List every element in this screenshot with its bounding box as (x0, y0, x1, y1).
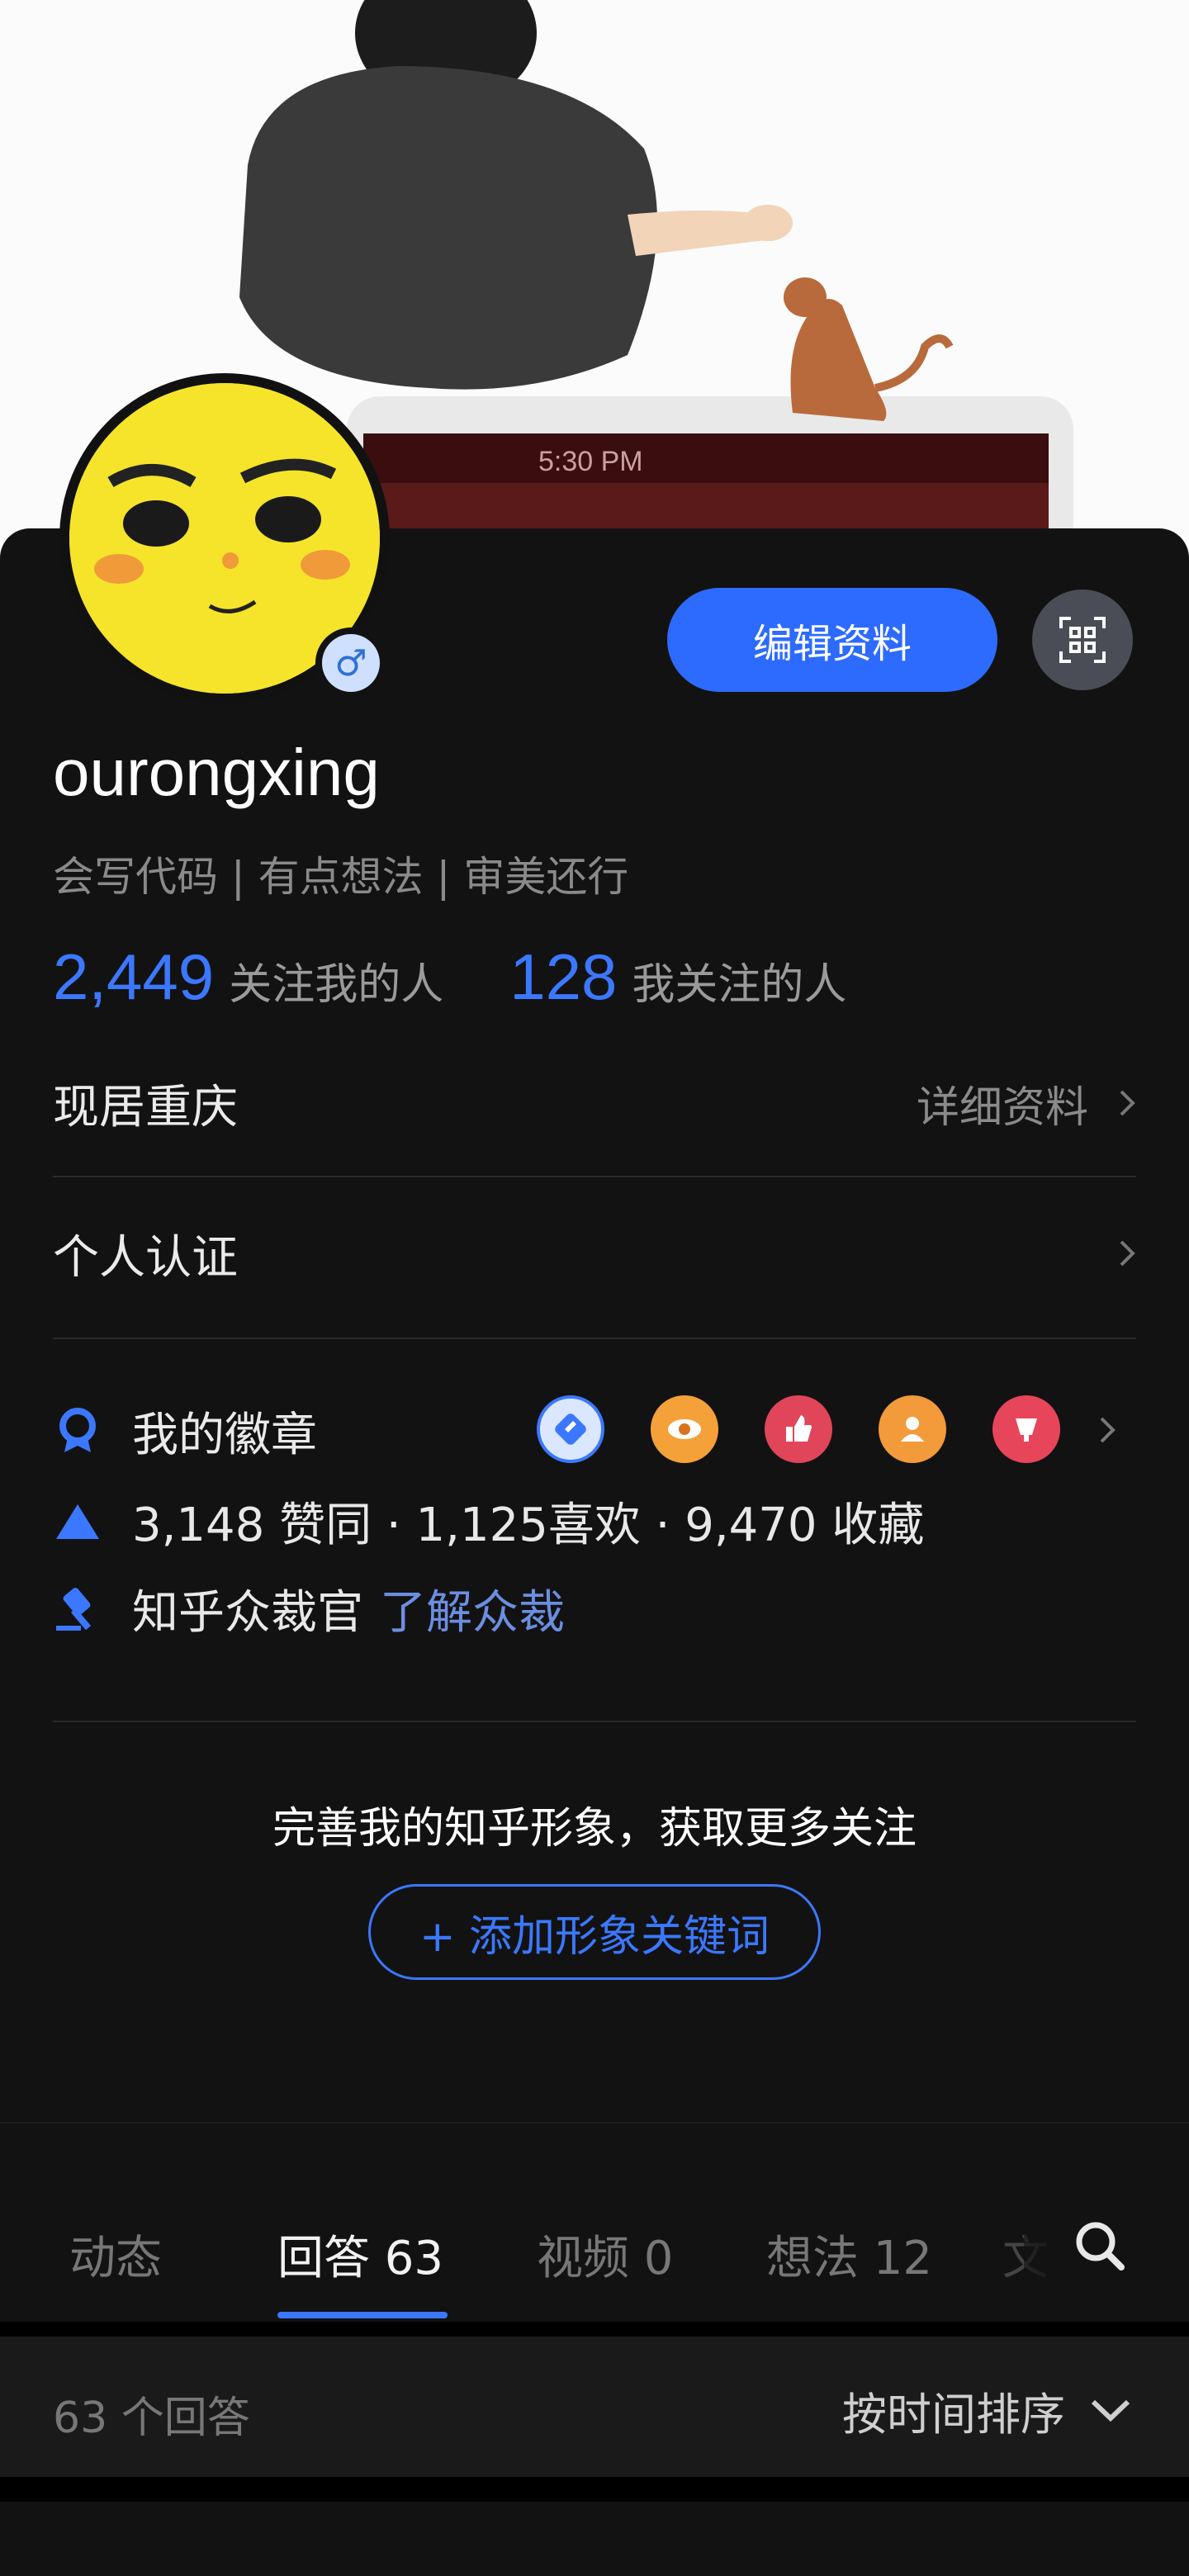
medal-icon (59, 1408, 96, 1452)
chevron-right-icon (1120, 1090, 1135, 1116)
location-text: 现居重庆 (53, 1080, 238, 1134)
male-icon: ♂ (322, 634, 380, 692)
gender-badge: ♂ (315, 627, 386, 698)
bio: 会写代码 | 有点想法 | 审美还行 (53, 853, 629, 901)
chevron-down-icon (1091, 2399, 1130, 2422)
tab-activity[interactable]: 动态 (69, 2221, 162, 2288)
followers-count[interactable]: 2,449 (53, 940, 214, 1015)
sort-dropdown[interactable]: 按时间排序 (842, 2378, 1131, 2443)
username: ourongxing (53, 736, 380, 809)
chevron-right-icon (1120, 1240, 1135, 1267)
moderator-link[interactable]: 了解众裁 (380, 1575, 565, 1642)
details-link[interactable]: 详细资料 (917, 1073, 1088, 1134)
follow-stats: 2,449 关注我的人 128 我关注的人 (53, 940, 912, 1015)
answers-count: 63 个回答 (53, 2394, 250, 2443)
add-keyword-button[interactable]: + 添加形象关键词 (368, 1884, 821, 1980)
certification-text: 个人认证 (53, 1230, 238, 1285)
chevron-right-icon[interactable] (1098, 1415, 1116, 1445)
qr-scan-icon (1059, 617, 1106, 663)
content-preview (0, 2502, 1189, 2576)
achievements-text: 3,148 赞同 · 1,125喜欢 · 9,470 收藏 (132, 1499, 925, 1552)
active-tab-indicator (277, 2312, 448, 2318)
promo-text: 完善我的知乎形象，获取更多关注 (272, 1804, 917, 1854)
tab-thoughts[interactable]: 想法 12 (766, 2221, 932, 2288)
tab-answers[interactable]: 回答 63 (277, 2221, 443, 2288)
divider (53, 1338, 1136, 1339)
tab-videos[interactable]: 视频 0 (537, 2221, 673, 2288)
following-count[interactable]: 128 (509, 940, 617, 1015)
achievements-row[interactable]: 3,148 赞同 · 1,125喜欢 · 9,470 收藏 (53, 1488, 924, 1555)
badge-list[interactable] (537, 1395, 1106, 1463)
sort-label: 按时间排序 (842, 2389, 1065, 2441)
like-badge-icon[interactable] (765, 1395, 832, 1463)
eye-badge-icon[interactable] (651, 1395, 718, 1463)
divider (53, 1721, 1136, 1722)
following-label[interactable]: 我关注的人 (632, 949, 846, 1011)
divider (53, 1176, 1136, 1177)
qr-code-button[interactable] (1032, 590, 1133, 690)
search-icon[interactable] (1073, 2219, 1126, 2272)
location-row[interactable]: 现居重庆 详细资料 (53, 1070, 1136, 1136)
moderator-row[interactable]: 知乎众裁官 了解众裁 (53, 1575, 565, 1642)
person-badge-icon[interactable] (879, 1395, 946, 1463)
badges-label: 我的徽章 (132, 1408, 317, 1462)
cup-badge-icon[interactable] (992, 1395, 1060, 1463)
cover-status-time: 5:30 PM (538, 446, 643, 477)
followers-label[interactable]: 关注我的人 (229, 949, 443, 1011)
moderator-label: 知乎众裁官 (132, 1586, 363, 1640)
gavel-icon (56, 1587, 92, 1631)
edit-profile-button[interactable]: 编辑资料 (667, 588, 997, 692)
triangle-icon (56, 1503, 99, 1539)
certification-row[interactable]: 个人认证 (53, 1220, 1136, 1286)
edit-badge-icon[interactable] (537, 1395, 604, 1463)
